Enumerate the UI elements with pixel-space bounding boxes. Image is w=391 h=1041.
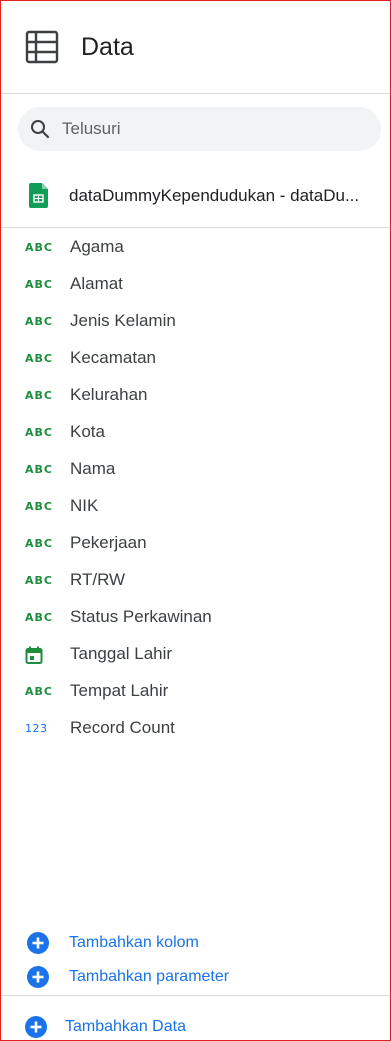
field-name: Status Perkawinan <box>70 607 212 626</box>
panel-header: Data <box>1 1 390 94</box>
text-type-icon: ABC <box>25 537 53 550</box>
divider <box>1 995 390 996</box>
field-name: Alamat <box>70 274 123 293</box>
data-source-item[interactable]: dataDummyKependudukan - dataDu... <box>1 165 390 225</box>
field-item[interactable]: ABC Alamat <box>1 266 390 303</box>
text-type-icon: ABC <box>25 389 53 402</box>
text-type-icon: ABC <box>25 352 53 365</box>
text-type-icon: ABC <box>25 500 53 513</box>
field-item[interactable]: Tanggal Lahir <box>1 636 390 673</box>
add-circle-icon <box>27 966 49 988</box>
search-icon <box>31 120 50 139</box>
field-name: Nama <box>70 459 116 478</box>
field-item[interactable]: 123 Record Count <box>1 710 390 747</box>
field-item[interactable]: ABC Jenis Kelamin <box>1 303 390 340</box>
add-data-label: Tambahkan Data <box>65 1018 186 1035</box>
field-item[interactable]: ABC Status Perkawinan <box>1 599 390 636</box>
add-data-button[interactable]: Tambahkan Data <box>1 1009 390 1040</box>
field-list: ABC Agama ABC Alamat ABC Jenis Kelamin ABC Keca… <box>1 229 390 747</box>
text-type-icon: ABC <box>25 463 53 476</box>
add-circle-icon <box>25 1016 47 1038</box>
field-item[interactable]: ABC Kecamatan <box>1 340 390 377</box>
text-type-icon: ABC <box>25 278 53 291</box>
search-box[interactable] <box>18 107 381 151</box>
field-name: Agama <box>70 237 124 256</box>
data-panel: Data dataDummyKependudukan - dataDu... A… <box>0 0 391 1041</box>
field-name: Tempat Lahir <box>70 681 169 700</box>
field-item[interactable]: ABC Tempat Lahir <box>1 673 390 710</box>
field-item[interactable]: ABC Kota <box>1 414 390 451</box>
add-column-label: Tambahkan kolom <box>69 934 199 951</box>
calendar-icon <box>25 646 57 664</box>
panel-title: Data <box>81 33 134 61</box>
add-parameter-label: Tambahkan parameter <box>69 968 230 985</box>
field-item[interactable]: ABC Pekerjaan <box>1 525 390 562</box>
add-parameter-button[interactable]: Tambahkan parameter <box>1 959 390 995</box>
field-name: Record Count <box>70 718 175 737</box>
divider <box>1 227 390 228</box>
text-type-icon: ABC <box>25 574 53 587</box>
field-item[interactable]: ABC NIK <box>1 488 390 525</box>
add-column-button[interactable]: Tambahkan kolom <box>1 925 390 961</box>
field-name: RT/RW <box>70 570 126 589</box>
field-item[interactable]: ABC Nama <box>1 451 390 488</box>
field-item[interactable]: ABC Agama <box>1 229 390 266</box>
text-type-icon: ABC <box>25 426 53 439</box>
field-name: Tanggal Lahir <box>70 644 173 663</box>
data-table-icon <box>25 30 59 64</box>
text-type-icon: ABC <box>25 685 53 698</box>
field-name: Kelurahan <box>70 385 148 404</box>
field-name: Kecamatan <box>70 348 156 367</box>
text-type-icon: ABC <box>25 241 53 254</box>
text-type-icon: ABC <box>25 315 53 328</box>
google-sheets-icon <box>29 183 48 208</box>
add-circle-icon <box>27 932 49 954</box>
field-item[interactable]: ABC RT/RW <box>1 562 390 599</box>
field-name: NIK <box>70 496 99 515</box>
number-type-icon: 123 <box>25 722 48 735</box>
text-type-icon: ABC <box>25 611 53 624</box>
field-item[interactable]: ABC Kelurahan <box>1 377 390 414</box>
field-name: Pekerjaan <box>70 533 147 552</box>
data-source-name: dataDummyKependudukan - dataDu... <box>69 186 360 205</box>
search-input[interactable] <box>62 107 362 151</box>
field-name: Jenis Kelamin <box>70 311 176 330</box>
field-name: Kota <box>70 422 105 441</box>
